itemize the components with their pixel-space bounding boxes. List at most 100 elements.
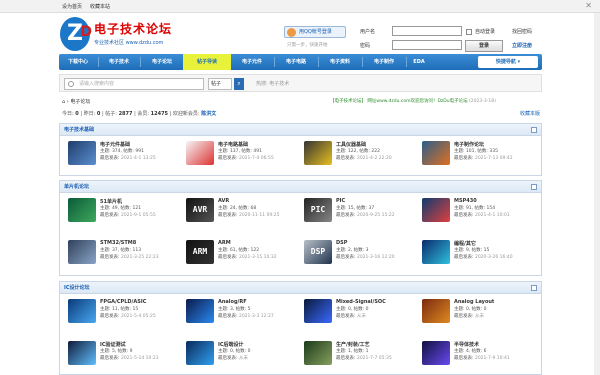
forum-name[interactable]: MSP430	[454, 198, 477, 204]
nav-item-guide[interactable]: 帖子导读	[183, 54, 231, 70]
collapse-toggle[interactable]	[531, 184, 537, 190]
search-type-select[interactable]: 帖子	[208, 78, 232, 90]
avr-icon[interactable]: AVR	[186, 198, 214, 222]
nav-item-diy[interactable]: 电子制作	[363, 54, 405, 70]
forum-last-post[interactable]: 最后发表: 从未	[218, 355, 248, 361]
analog-icon[interactable]	[186, 299, 214, 323]
forum-item[interactable]: Mixed-Signal/SOC 主题: 0, 帖数: 0 最后发表: 从未	[300, 295, 418, 329]
forum-last-post[interactable]: 最后发表: 从未	[336, 313, 366, 319]
forum-name[interactable]: 编程/其它	[454, 240, 476, 247]
forum-last-post[interactable]: 最后发表: 2021-4-1 10:01	[454, 212, 510, 218]
nav-item-forum[interactable]: 电子论坛	[141, 54, 183, 70]
forum-item[interactable]: 编程/其它 主题: 9, 帖数: 15 最后发表: 2020-3-26 16:40	[418, 236, 536, 270]
forum-item[interactable]: 半导体技术 主题: 4, 帖数: 6 最后发表: 2021-7-9 10:41	[418, 337, 536, 371]
forum-item[interactable]: ARM ARM 主题: 61, 帖数: 122 最后发表: 2021-3-15 10:…	[182, 236, 300, 270]
forum-item[interactable]: 生产/封装/工艺 主题: 1, 帖数: 1 最后发表: 2021-7-7 05:35	[300, 337, 418, 371]
circuit-icon[interactable]	[186, 141, 214, 165]
close-icon[interactable]: ✕	[585, 1, 592, 10]
forum-last-post[interactable]: 最后发表: 2021-5-14 10:23	[100, 355, 159, 361]
stm32-icon[interactable]	[68, 240, 96, 264]
forum-last-post[interactable]: 最后发表: 2021-5-4 05:25	[100, 313, 156, 319]
fpga-icon[interactable]	[68, 299, 96, 323]
username-input[interactable]	[392, 26, 462, 36]
nav-item-circuits[interactable]: 电子电路	[275, 54, 317, 70]
forum-item[interactable]: AVR AVR 主题: 24, 帖数: 68 最后发表: 2020-11-11 09:…	[182, 194, 300, 228]
forum-last-post[interactable]: 最后发表: 从未	[454, 313, 484, 319]
multimeter-icon[interactable]	[304, 141, 332, 165]
forum-last-post[interactable]: 最后发表: 2021-9-1 05:55	[100, 212, 156, 218]
forum-item[interactable]: DSP DSP 主题: 2, 帖数: 3 最后发表: 2021-3-16 12:20	[300, 236, 418, 270]
forum-name[interactable]: 51单片机	[100, 198, 122, 205]
forum-name[interactable]: AVR	[218, 198, 229, 204]
nav-item-tech[interactable]: 电子技术	[99, 54, 139, 70]
forum-name[interactable]: DSP	[336, 240, 347, 246]
forum-name[interactable]: 生产/封装/工艺	[336, 341, 370, 348]
forum-item[interactable]: STM32/STM8 主题: 37, 帖数: 113 最后发表: 2021-3-25…	[64, 236, 182, 270]
forum-name[interactable]: 电子制作论坛	[454, 141, 484, 148]
forum-item[interactable]: 电子电路基础 主题: 137, 帖数: 491 最后发表: 2021-7-4 06:…	[182, 137, 300, 171]
semiconductor-icon[interactable]	[422, 341, 450, 365]
forum-name[interactable]: 半导体技术	[454, 341, 479, 348]
site-logo[interactable]: ZD 电子技术论坛 专业技术社区 www.dzdu.com	[60, 17, 220, 53]
quick-nav-dropdown[interactable]: 快捷导航 ▾	[478, 56, 538, 68]
forum-item[interactable]: 工具仪器基础 主题: 122, 帖数: 222 最后发表: 2021-4-2 22:…	[300, 137, 418, 171]
forum-item[interactable]: FPGA/CPLD/ASIC 主题: 11, 帖数: 15 最后发表: 2021-5…	[64, 295, 182, 329]
forum-name[interactable]: 工具仪器基础	[336, 141, 366, 148]
forum-last-post[interactable]: 最后发表: 2021-3-25 22:23	[100, 254, 159, 260]
forum-last-post[interactable]: 最后发表: 2020-9-25 15:22	[336, 212, 395, 218]
forum-item[interactable]: MSP430 主题: 91, 帖数: 154 最后发表: 2021-4-1 10:0…	[418, 194, 536, 228]
announcement[interactable]: 【电子技术论坛】 网址www.dzdu.com欢迎您访问！DzDu电子论坛 (2…	[330, 98, 496, 104]
newest-member-link[interactable]: 陈洪文	[201, 111, 216, 117]
forum-last-post[interactable]: 最后发表: 2021-7-9 10:41	[454, 355, 510, 361]
forum-name[interactable]: Analog Layout	[454, 299, 494, 305]
forum-last-post[interactable]: 最后发表: 2020-11-11 09:25	[218, 212, 280, 218]
register-link[interactable]: 立即注册	[512, 42, 532, 49]
forum-name[interactable]: Mixed-Signal/SOC	[336, 299, 386, 305]
forum-name[interactable]: FPGA/CPLD/ASIC	[100, 299, 146, 305]
forum-last-post[interactable]: 最后发表: 2021-7-4 06:55	[218, 155, 274, 161]
forum-item[interactable]: IC验证测试 主题: 5, 帖数: 9 最后发表: 2021-5-14 10:23	[64, 337, 182, 371]
set-homepage-link[interactable]: 设为首页	[62, 3, 82, 10]
mcu51-icon[interactable]	[68, 198, 96, 222]
forum-name[interactable]: 电子电路基础	[218, 141, 248, 148]
layout-icon[interactable]	[422, 299, 450, 323]
forum-last-post[interactable]: 最后发表: 2021-3-3 12:27	[218, 313, 274, 319]
breadcrumb-current[interactable]: 电子论坛	[70, 99, 90, 105]
search-button[interactable]: ⌕	[234, 78, 244, 90]
favorite-board-link[interactable]: 收藏本版	[520, 110, 540, 117]
page-scrollbar[interactable]	[594, 13, 600, 375]
qq-login-button[interactable]: 用QQ帐号登录	[284, 26, 346, 38]
forum-last-post[interactable]: 最后发表: 2021-7-13 09:42	[454, 155, 513, 161]
forum-item[interactable]: 电子元件基础 主题: 374, 帖数: 991 最后发表: 2021-4-1 13:…	[64, 137, 182, 171]
bookmark-link[interactable]: 收藏本站	[90, 3, 110, 10]
ic-test-icon[interactable]	[68, 341, 96, 365]
forum-item[interactable]: 电子制作论坛 主题: 101, 帖数: 335 最后发表: 2021-7-13 09…	[418, 137, 536, 171]
forum-last-post[interactable]: 最后发表: 2020-3-26 16:40	[454, 254, 513, 260]
collapse-toggle[interactable]	[531, 127, 537, 133]
forum-name[interactable]: IC后端设计	[218, 341, 244, 348]
forum-name[interactable]: STM32/STM8	[100, 240, 136, 246]
arm-icon[interactable]: ARM	[186, 240, 214, 264]
forum-item[interactable]: Analog Layout 主题: 0, 帖数: 0 最后发表: 从未	[418, 295, 536, 329]
ic-backend-icon[interactable]	[186, 341, 214, 365]
mixed-signal-icon[interactable]	[304, 299, 332, 323]
components-icon[interactable]	[68, 141, 96, 165]
forum-item[interactable]: Analog/RF 主题: 3, 帖数: 5 最后发表: 2021-3-3 12:2…	[182, 295, 300, 329]
nav-item-materials[interactable]: 电子资料	[319, 54, 361, 70]
hot-search[interactable]: 热搜: 电子技术	[256, 80, 289, 87]
dsp-icon[interactable]: DSP	[304, 240, 332, 264]
forum-name[interactable]: IC验证测试	[100, 341, 126, 348]
nav-item-components[interactable]: 电子元件	[231, 54, 273, 70]
nav-item-eda[interactable]: EDA	[407, 54, 431, 70]
packaging-icon[interactable]	[304, 341, 332, 365]
forum-name[interactable]: 电子元件基础	[100, 141, 130, 148]
forum-name[interactable]: PIC	[336, 198, 345, 204]
find-password-link[interactable]: 找回密码	[512, 28, 532, 35]
msp430-icon[interactable]	[422, 198, 450, 222]
forum-last-post[interactable]: 最后发表: 2021-4-2 22:20	[336, 155, 392, 161]
login-button[interactable]: 登录	[465, 40, 503, 52]
forum-item[interactable]: 51单片机 主题: 49, 帖数: 121 最后发表: 2021-9-1 05:55	[64, 194, 182, 228]
nav-item-download[interactable]: 下载中心	[59, 54, 97, 70]
home-icon[interactable]: ⌂	[62, 99, 65, 105]
forum-name[interactable]: ARM	[218, 240, 231, 246]
